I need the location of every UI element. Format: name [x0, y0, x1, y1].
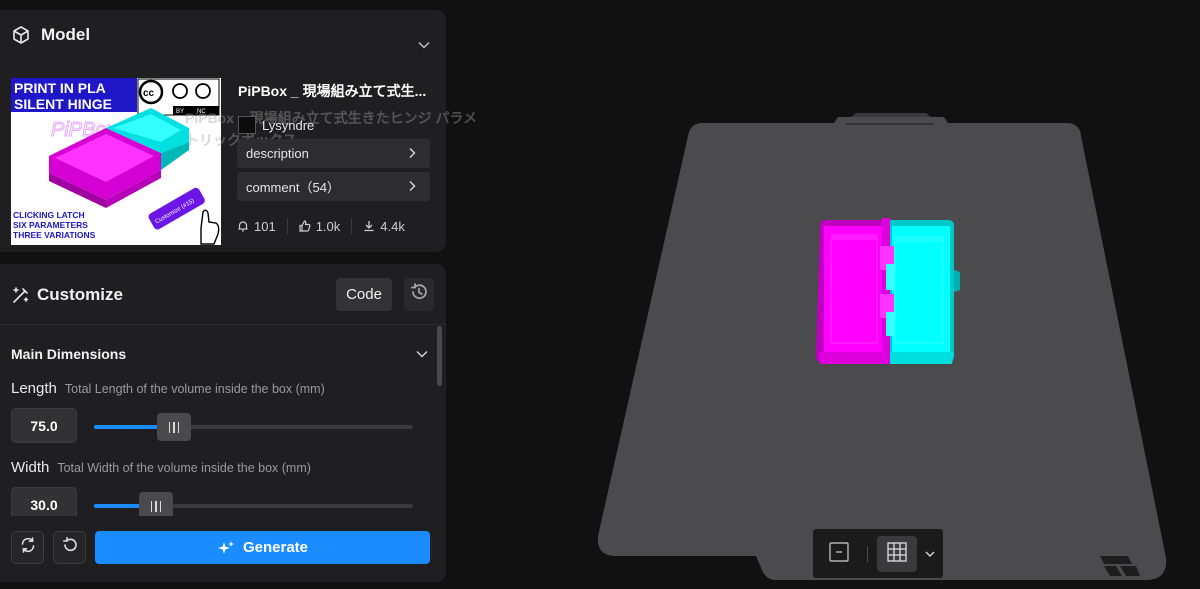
- thumbnail-feature-1: CLICKING LATCH: [13, 210, 85, 220]
- view-options-chevron-icon[interactable]: [923, 547, 937, 561]
- download-icon: [364, 221, 374, 232]
- customize-panel-title: Customize: [37, 285, 123, 304]
- customize-panel: Customize Code Main Dimensions Length To…: [0, 264, 446, 582]
- view-toolbar: [813, 529, 943, 578]
- download-count: 4.4k: [380, 218, 405, 234]
- generate-label: Generate: [242, 539, 309, 556]
- param-width-label-row: Width Total Width of the volume inside t…: [11, 459, 311, 476]
- author[interactable]: Lysyndre: [238, 116, 314, 134]
- chevron-right-icon: [406, 147, 418, 159]
- like-stat[interactable]: 1.0k: [299, 218, 341, 234]
- collapse-model-chevron-icon[interactable]: [417, 38, 431, 52]
- length-slider[interactable]: [94, 413, 413, 441]
- comment-button[interactable]: comment（54）: [237, 172, 430, 201]
- refresh-button[interactable]: [11, 531, 44, 564]
- download-stat[interactable]: 4.4k: [363, 219, 405, 234]
- view-minus-button[interactable]: [819, 536, 859, 572]
- avatar: [238, 116, 256, 134]
- thumbnail-feature-3: THREE VARIATIONS: [13, 230, 96, 240]
- cube-icon: [11, 25, 31, 45]
- thumbs-up-icon: [299, 220, 311, 232]
- license-by: BY: [176, 109, 184, 115]
- 3d-viewport[interactable]: [446, 0, 1200, 589]
- model-panel: Model PRINT IN PLA SILENT HINGE cc BY NC…: [0, 10, 477, 252]
- model-stats: 101 1.0k 4.4k: [237, 217, 430, 235]
- section-main-dimensions[interactable]: Main Dimensions: [11, 346, 126, 362]
- toolbar-separator: [867, 546, 868, 562]
- header-divider: [0, 324, 446, 325]
- notification-stat[interactable]: 101: [237, 219, 276, 234]
- sparkle-icon: [217, 540, 234, 554]
- model-panel-header[interactable]: Model: [0, 10, 446, 60]
- magic-wand-icon: [11, 285, 31, 305]
- model-panel-title: Model: [41, 25, 91, 44]
- undo-icon: [61, 536, 79, 559]
- collapse-section-chevron-icon[interactable]: [415, 347, 429, 361]
- thumbnail-line2: SILENT HINGE: [14, 96, 112, 112]
- thumbnail-feature-2: SIX PARAMETERS: [13, 220, 88, 230]
- description-label: description: [246, 146, 309, 161]
- author-name: Lysyndre: [262, 117, 315, 133]
- length-input[interactable]: 75.0: [11, 408, 77, 443]
- view-grid-button[interactable]: [877, 536, 917, 572]
- bell-icon: [238, 221, 248, 232]
- comment-label: comment（54）: [246, 180, 340, 195]
- description-button[interactable]: description: [237, 139, 430, 168]
- chevron-right-icon: [406, 180, 418, 192]
- model-thumbnail[interactable]: PRINT IN PLA SILENT HINGE cc BY NC PiPBo…: [11, 78, 221, 245]
- param-length-name: Length: [11, 380, 57, 397]
- grid-icon: [886, 541, 908, 568]
- thumbnail-line1: PRINT IN PLA: [14, 80, 106, 96]
- code-button[interactable]: Code: [336, 278, 392, 311]
- minus-icon: [828, 541, 850, 568]
- param-width-description: Total Width of the volume inside the box…: [57, 461, 311, 475]
- build-plate: [597, 113, 1167, 580]
- like-count: 1.0k: [315, 218, 341, 234]
- svg-text:cc: cc: [143, 88, 155, 99]
- param-length-label-row: Length Total Length of the volume inside…: [11, 380, 325, 397]
- param-length-description: Total Length of the volume inside the bo…: [64, 382, 325, 396]
- refresh-icon: [19, 536, 37, 559]
- notification-count: 101: [254, 218, 276, 234]
- length-slider-handle[interactable]: [156, 413, 191, 441]
- history-icon: [409, 282, 429, 307]
- model-preview: [816, 218, 960, 364]
- undo-button[interactable]: [53, 531, 86, 564]
- width-slider[interactable]: [94, 492, 413, 520]
- model-title[interactable]: PiPBox _ 現場組み立て式生...: [238, 81, 434, 101]
- generate-button[interactable]: Generate: [95, 531, 430, 564]
- history-button[interactable]: [404, 278, 434, 311]
- param-width-name: Width: [11, 459, 50, 476]
- action-bar: Generate: [0, 516, 446, 582]
- scrollbar[interactable]: [437, 326, 442, 386]
